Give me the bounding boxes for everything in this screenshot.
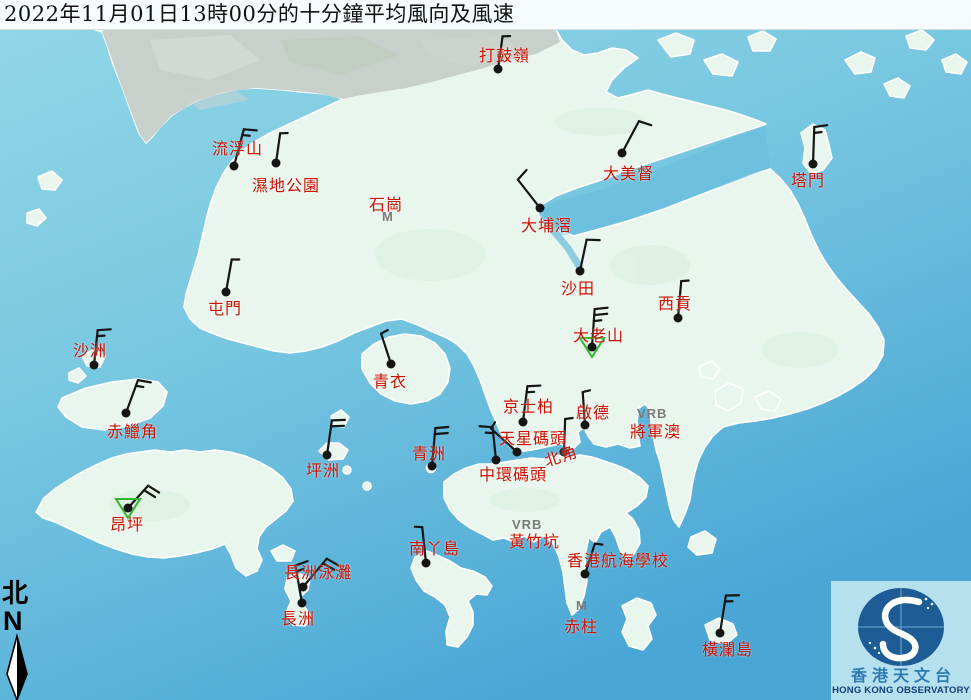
hko-logo[interactable]: 香港天文台 HONG KONG OBSERVATORY xyxy=(831,581,971,700)
north-arrow xyxy=(7,636,27,700)
wind-barb-wetland-park[interactable] xyxy=(272,133,288,167)
station-label-tsing-yi: 青衣 xyxy=(373,373,407,391)
station-flag-shek-kong: M xyxy=(382,210,394,224)
station-dot-sha-tin[interactable] xyxy=(576,267,585,276)
station-dot-tap-mun[interactable] xyxy=(809,160,818,169)
wind-barb-tsing-yi[interactable] xyxy=(381,330,395,368)
station-label-tai-po-kau: 大埔滘 xyxy=(521,217,572,235)
station-dot-sai-kung[interactable] xyxy=(674,314,683,323)
compass: 北 N xyxy=(2,580,36,634)
station-label-hk-sea-school: 香港航海學校 xyxy=(567,552,669,570)
station-dot-lau-fau-shan[interactable] xyxy=(230,162,239,171)
station-dot-chek-lap-kok[interactable] xyxy=(122,409,131,418)
station-label-wetland-park: 濕地公園 xyxy=(252,177,320,195)
station-flag-wong-chuk-hang: VRB xyxy=(512,518,542,532)
wind-barb-central-pier[interactable] xyxy=(480,426,501,464)
station-dot-sha-chau[interactable] xyxy=(90,361,99,370)
wind-barb-tap-mun[interactable] xyxy=(809,125,828,168)
station-label-sha-tin: 沙田 xyxy=(561,280,595,298)
station-label-ta-kwu-ling: 打鼓嶺 xyxy=(479,47,530,65)
station-flag-stanley: M xyxy=(576,599,588,613)
station-label-sai-kung: 西貢 xyxy=(658,295,692,313)
station-label-tai-mei-tuk: 大美督 xyxy=(603,165,654,183)
station-label-peng-chau: 坪洲 xyxy=(306,462,340,480)
station-label-lau-fau-shan: 流浮山 xyxy=(212,140,263,158)
station-dot-wetland-park[interactable] xyxy=(272,159,281,168)
station-label-ngong-ping: 昂坪 xyxy=(110,516,144,534)
station-flag-tseung-kwan-o: VRB xyxy=(637,407,667,421)
compass-north-letter: N xyxy=(3,608,36,634)
station-label-cheung-chau: 長洲 xyxy=(281,610,315,628)
station-label-tap-mun: 塔門 xyxy=(791,172,825,190)
wind-barb-peng-chau[interactable] xyxy=(323,420,345,460)
wind-map-screen: 打鼓嶺流浮山濕地公園石崗M大美督塔門大埔滘沙田屯門西貢沙洲大老山青衣京士柏啟德將… xyxy=(0,0,971,700)
station-label-sha-chau: 沙洲 xyxy=(73,342,107,360)
station-label-lamma-island: 南丫島 xyxy=(409,540,460,558)
hko-logo-english: HONG KONG OBSERVATORY xyxy=(831,685,971,696)
station-label-kai-tak: 啟德 xyxy=(576,404,610,422)
wind-barb-tai-po-kau[interactable] xyxy=(518,170,545,213)
wind-barb-tuen-mun[interactable] xyxy=(222,260,240,297)
station-dot-tai-po-kau[interactable] xyxy=(536,204,545,213)
station-dot-tai-mei-tuk[interactable] xyxy=(618,149,627,158)
station-label-chek-lap-kok: 赤鱲角 xyxy=(107,423,158,441)
hko-logo-chinese: 香港天文台 xyxy=(831,667,971,685)
station-label-wong-chuk-hang: 黃竹坑 xyxy=(509,533,560,551)
wind-barb-chek-lap-kok[interactable] xyxy=(122,380,151,417)
wind-barb-ngong-ping[interactable] xyxy=(116,486,159,518)
station-dot-peng-chau[interactable] xyxy=(323,451,332,460)
station-label-tuen-mun: 屯門 xyxy=(208,300,242,318)
station-label-green-island: 青洲 xyxy=(412,445,446,463)
station-dot-lamma-island[interactable] xyxy=(422,559,431,568)
map-title: 2022年11月01日13時00分的十分鐘平均風向及風速 xyxy=(4,1,514,27)
wind-barb-tai-mei-tuk[interactable] xyxy=(618,121,652,157)
station-dot-hk-sea-school[interactable] xyxy=(581,570,590,579)
station-dot-cheung-chau[interactable] xyxy=(298,599,307,608)
station-label-tseung-kwan-o: 將軍澳 xyxy=(630,423,681,441)
wind-barb-sha-tin[interactable] xyxy=(576,240,600,276)
station-label-cheung-chau-beach: 長洲泳灘 xyxy=(284,564,352,582)
wind-barb-waglan-island[interactable] xyxy=(716,595,739,637)
station-dot-ngong-ping[interactable] xyxy=(124,504,133,513)
title-bar: 2022年11月01日13時00分的十分鐘平均風向及風速 xyxy=(0,0,971,30)
station-label-central-pier: 中環碼頭 xyxy=(479,466,547,484)
station-dot-ta-kwu-ling[interactable] xyxy=(494,65,503,74)
station-label-tates-cairn: 大老山 xyxy=(573,327,624,345)
station-dot-central-pier[interactable] xyxy=(492,456,501,465)
compass-north-hanzi: 北 xyxy=(2,580,36,608)
station-label-star-ferry: 天星碼頭 xyxy=(499,430,567,448)
station-dot-tuen-mun[interactable] xyxy=(222,288,231,297)
station-label-kings-park: 京士柏 xyxy=(503,398,554,416)
station-label-waglan-island: 橫瀾島 xyxy=(702,641,753,659)
station-dot-star-ferry[interactable] xyxy=(513,448,522,457)
station-dot-tsing-yi[interactable] xyxy=(387,360,396,369)
station-dot-waglan-island[interactable] xyxy=(716,629,725,638)
station-dot-kings-park[interactable] xyxy=(519,418,528,427)
station-marker-layer xyxy=(0,0,971,700)
station-label-stanley: 赤柱 xyxy=(564,618,598,636)
